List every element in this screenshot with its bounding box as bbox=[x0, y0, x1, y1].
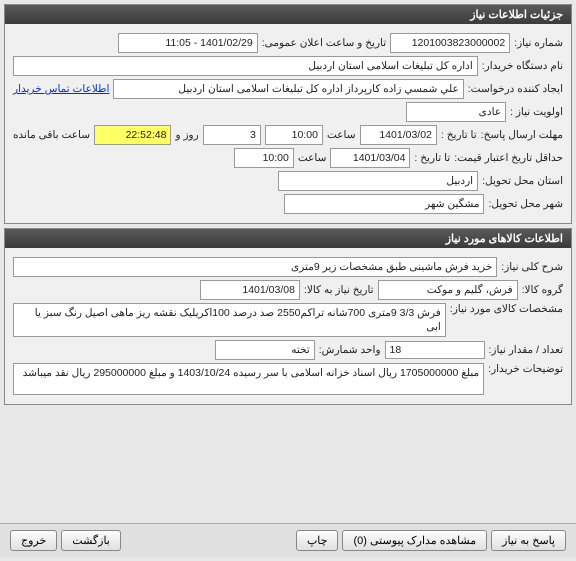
days-remain-label: روز و bbox=[175, 129, 198, 141]
validity-label: حداقل تاریخ اعتبار قیمت: bbox=[454, 152, 563, 164]
requester-label: ایجاد کننده درخواست: bbox=[468, 83, 563, 95]
need-date-label: تاریخ نیاز به کالا: bbox=[304, 284, 374, 296]
priority-value: عادی bbox=[406, 102, 506, 122]
time-remain-value: 22:52:48 bbox=[94, 125, 171, 145]
group-label: گروه کالا: bbox=[522, 284, 563, 296]
notes-value: مبلغ 1705000000 ریال اسناد خزانه اسلامی … bbox=[13, 363, 484, 395]
time-label-1: ساعت bbox=[327, 129, 356, 141]
time-label-2: ساعت bbox=[298, 152, 327, 164]
reply-button[interactable]: پاسخ به نیاز bbox=[491, 530, 566, 551]
goods-info-header: اطلاعات کالاهای مورد نیاز bbox=[5, 229, 571, 248]
group-value: فرش، گلیم و موکت bbox=[378, 280, 518, 300]
contact-link[interactable]: اطلاعات تماس خریدار bbox=[13, 83, 109, 95]
spec-label: مشخصات کالای مورد نیاز: bbox=[450, 303, 563, 315]
right-buttons: بازگشت خروج bbox=[10, 530, 121, 551]
announce-label: تاریخ و ساعت اعلان عمومی: bbox=[262, 37, 386, 49]
time-remain-label: ساعت باقی مانده bbox=[13, 129, 90, 141]
need-number-value: 1201003823000002 bbox=[390, 33, 510, 53]
desc-label: شرح کلی نیاز: bbox=[501, 261, 563, 273]
priority-label: اولویت نیاز : bbox=[510, 106, 563, 118]
qty-label: تعداد / مقدار نیاز: bbox=[489, 344, 563, 356]
city-value: مشگین شهر bbox=[284, 194, 484, 214]
need-info-panel: جزئیات اطلاعات نیاز شماره نیاز: 12010038… bbox=[4, 4, 572, 224]
need-date-value: 1401/03/08 bbox=[200, 280, 300, 300]
exit-button[interactable]: خروج bbox=[10, 530, 57, 551]
validity-time-value: 10:00 bbox=[234, 148, 294, 168]
to-date-label-1: تا تاریخ : bbox=[441, 129, 477, 141]
buyer-org-label: نام دستگاه خریدار: bbox=[482, 60, 563, 72]
bottom-bar: پاسخ به نیاز مشاهده مدارک پیوستی (0) چاپ… bbox=[0, 523, 576, 557]
province-label: استان محل تحویل: bbox=[482, 175, 563, 187]
spec-value: فرش 3/3 9متری 700شانه تراکم2550 صد درصد … bbox=[13, 303, 446, 337]
need-info-body: شماره نیاز: 1201003823000002 تاریخ و ساع… bbox=[5, 24, 571, 223]
goods-info-panel: اطلاعات کالاهای مورد نیاز شرح کلی نیاز: … bbox=[4, 228, 572, 405]
print-button[interactable]: چاپ bbox=[296, 530, 339, 551]
qty-input[interactable] bbox=[385, 341, 485, 359]
notes-label: توضیحات خریدار: bbox=[488, 363, 563, 375]
deadline-label: مهلت ارسال پاسخ: bbox=[481, 129, 563, 141]
desc-value: خرید فرش ماشینی طبق مشخصات زیر 9متری bbox=[13, 257, 497, 277]
unit-label: واحد شمارش: bbox=[319, 344, 381, 356]
province-value: اردبیل bbox=[278, 171, 478, 191]
attachments-button[interactable]: مشاهده مدارک پیوستی (0) bbox=[342, 530, 487, 551]
left-buttons: پاسخ به نیاز مشاهده مدارک پیوستی (0) چاپ bbox=[296, 530, 566, 551]
validity-date-value: 1401/03/04 bbox=[330, 148, 410, 168]
need-info-header: جزئیات اطلاعات نیاز bbox=[5, 5, 571, 24]
to-date-label-2: تا تاریخ : bbox=[414, 152, 450, 164]
unit-value: تخته bbox=[215, 340, 315, 360]
requester-value: علي شمسي زاده کارپرداز اداره کل تبلیغات … bbox=[113, 79, 463, 99]
buyer-org-value: اداره کل تبلیغات اسلامی استان اردبیل bbox=[13, 56, 478, 76]
deadline-date-value: 1401/03/02 bbox=[360, 125, 437, 145]
deadline-time-value: 10:00 bbox=[265, 125, 323, 145]
city-label: شهر محل تحویل: bbox=[488, 198, 563, 210]
need-number-label: شماره نیاز: bbox=[514, 37, 563, 49]
days-remain-value: 3 bbox=[203, 125, 261, 145]
goods-info-body: شرح کلی نیاز: خرید فرش ماشینی طبق مشخصات… bbox=[5, 248, 571, 404]
announce-value: 1401/02/29 - 11:05 bbox=[118, 33, 258, 53]
back-button[interactable]: بازگشت bbox=[61, 530, 121, 551]
